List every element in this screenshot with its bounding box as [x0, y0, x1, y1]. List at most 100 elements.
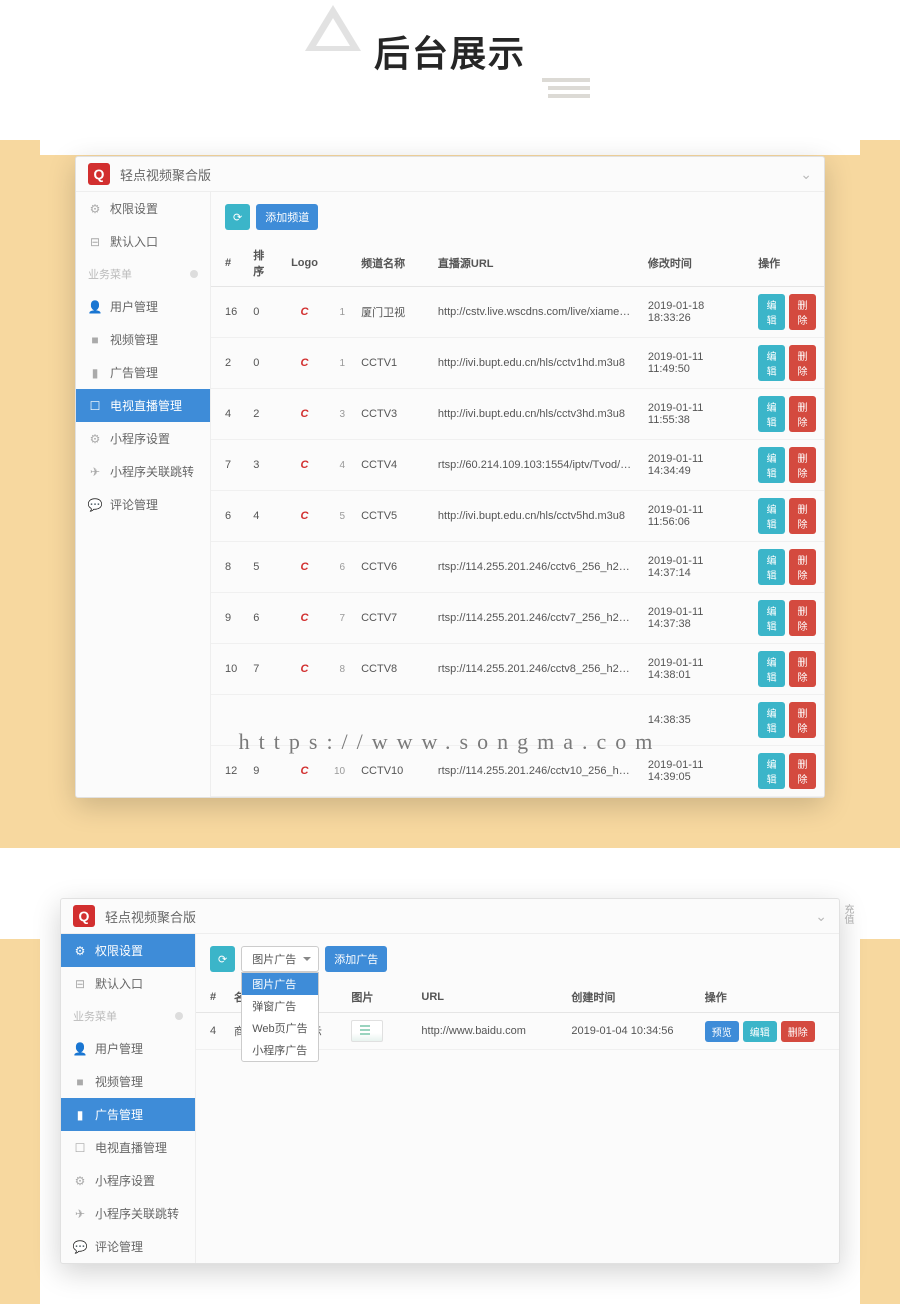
user-icon: 👤	[88, 300, 102, 314]
sidebar-label: 视频管理	[110, 331, 158, 348]
video-icon: ■	[73, 1075, 87, 1089]
sidebar-item[interactable]: ☐电视直播管理	[76, 389, 210, 422]
side-tag[interactable]: 充值	[840, 904, 855, 924]
delete-button[interactable]: 删除	[789, 498, 816, 534]
sidebar-item[interactable]: 👤用户管理	[61, 1032, 195, 1065]
channel-logo-icon: C	[301, 459, 309, 471]
sidebar-item[interactable]: ▮广告管理	[76, 356, 210, 389]
sidebar-item[interactable]: ▮广告管理	[61, 1098, 195, 1131]
sidebar-item[interactable]: ☐电视直播管理	[61, 1131, 195, 1164]
delete-button[interactable]: 删除	[789, 702, 816, 738]
app-title: 轻点视频聚合版	[120, 165, 211, 184]
delete-button[interactable]: 删除	[789, 294, 816, 330]
edit-button[interactable]: 编辑	[758, 498, 785, 534]
delete-button[interactable]: 删除	[789, 600, 816, 636]
channel-logo-icon: C	[301, 357, 309, 369]
col-header: #	[211, 240, 245, 287]
edit-button[interactable]: 编辑	[758, 651, 785, 687]
sidebar-item[interactable]: ■ 视频管理	[76, 323, 210, 356]
sidebar-group: 业务菜单	[76, 258, 210, 290]
sidebar-item[interactable]: 💬 评论管理	[76, 488, 210, 521]
sidebar-label: 默认入口	[95, 975, 143, 992]
edit-button[interactable]: 编辑	[758, 549, 785, 585]
sidebar-item[interactable]: ■视频管理	[61, 1065, 195, 1098]
col-header: 排序	[245, 240, 283, 287]
delete-button[interactable]: 删除	[789, 396, 816, 432]
table-row: 64C5CCTV5http://ivi.bupt.edu.cn/hls/cctv…	[211, 491, 824, 542]
delete-button[interactable]: 删除	[789, 549, 816, 585]
sidebar-item[interactable]: ⚙小程序设置	[76, 422, 210, 455]
tv-icon: ☐	[73, 1141, 87, 1155]
sidebar: ⚙权限设置⊟默认入口业务菜单👤用户管理■视频管理▮广告管理☐电视直播管理⚙小程序…	[61, 934, 196, 1263]
refresh-button[interactable]: ⟳	[210, 946, 235, 972]
col-header: #	[196, 982, 226, 1013]
edit-button[interactable]: 编辑	[758, 345, 785, 381]
app-title: 轻点视频聚合版	[105, 907, 196, 926]
ad-type-dropdown[interactable]: 图片广告 图片广告弹窗广告Web页广告小程序广告	[241, 946, 319, 972]
sidebar-label: 用户管理	[95, 1040, 143, 1057]
sidebar-label: 电视直播管理	[110, 397, 182, 414]
gear-icon: ⚙	[88, 202, 102, 216]
table-row: 85C6CCTV6rtsp://114.255.201.246/cctv6_25…	[211, 542, 824, 593]
edit-button[interactable]: 编辑	[758, 294, 785, 330]
dropdown-item[interactable]: Web页广告	[242, 1017, 318, 1039]
ad-icon: ▮	[88, 366, 102, 380]
ad-thumbnail	[351, 1020, 383, 1042]
refresh-button[interactable]: ⟳	[225, 204, 250, 230]
sidebar-label: 评论管理	[110, 496, 158, 513]
preview-button[interactable]: 预览	[705, 1021, 739, 1042]
sidebar-label: 默认入口	[110, 233, 158, 250]
table-row: 14:38:35编辑删除	[211, 695, 824, 746]
sidebar-item[interactable]: 👤用户管理	[76, 290, 210, 323]
door-icon: ⊟	[73, 977, 87, 991]
chevron-down-icon[interactable]: ⌄	[815, 908, 827, 925]
col-header: 频道名称	[353, 240, 430, 287]
gear-icon: ⚙	[88, 432, 102, 446]
rocket-icon: ✈	[73, 1207, 87, 1221]
delete-button[interactable]: 删除	[789, 345, 816, 381]
dropdown-item[interactable]: 图片广告	[242, 973, 318, 995]
sidebar-item[interactable]: 💬评论管理	[61, 1230, 195, 1263]
edit-button[interactable]: 编辑	[758, 753, 785, 789]
edit-button[interactable]: 编辑	[743, 1021, 777, 1042]
col-header: Logo	[283, 240, 326, 287]
col-header	[326, 240, 353, 287]
gear-icon: ⚙	[73, 944, 87, 958]
add-channel-button[interactable]: 添加频道	[256, 204, 318, 230]
sidebar-label: 评论管理	[95, 1238, 143, 1255]
sidebar-item[interactable]: ⊟ 默认入口	[76, 225, 210, 258]
edit-button[interactable]: 编辑	[758, 447, 785, 483]
app-logo: Q	[88, 163, 110, 185]
app-logo: Q	[73, 905, 95, 927]
comment-icon: 💬	[88, 498, 102, 512]
video-icon: ■	[88, 333, 102, 347]
delete-button[interactable]: 删除	[789, 651, 816, 687]
delete-button[interactable]: 删除	[781, 1021, 815, 1042]
sidebar-item[interactable]: ⚙权限设置	[76, 192, 210, 225]
table-row: 129C10CCTV10rtsp://114.255.201.246/cctv1…	[211, 746, 824, 797]
sidebar-item[interactable]: ⊟ 默认入口	[61, 967, 195, 1000]
edit-button[interactable]: 编辑	[758, 396, 785, 432]
decoration-lines	[548, 78, 590, 102]
col-header: 直播源URL	[430, 240, 640, 287]
chevron-down-icon[interactable]: ⌄	[800, 166, 812, 183]
delete-button[interactable]: 删除	[789, 753, 816, 789]
sidebar-label: 权限设置	[95, 942, 143, 959]
edit-button[interactable]: 编辑	[758, 702, 785, 738]
delete-button[interactable]: 删除	[789, 447, 816, 483]
dropdown-menu: 图片广告弹窗广告Web页广告小程序广告	[241, 972, 319, 1062]
sidebar-item[interactable]: ⚙小程序设置	[61, 1164, 195, 1197]
sidebar-item[interactable]: ⚙ 权限设置	[61, 934, 195, 967]
col-header: 修改时间	[640, 240, 750, 287]
edit-button[interactable]: 编辑	[758, 600, 785, 636]
channel-logo-icon: C	[301, 663, 309, 675]
dropdown-item[interactable]: 小程序广告	[242, 1039, 318, 1061]
sidebar-item[interactable]: ✈小程序关联跳转	[61, 1197, 195, 1230]
panel-channels: Q 轻点视频聚合版 ⌄ ⚙权限设置 ⊟ 默认入口业务菜单👤用户管理 ■ 视频管理 ▮广告管…	[75, 156, 825, 798]
add-ad-button[interactable]: 添加广告	[325, 946, 387, 972]
door-icon: ⊟	[88, 235, 102, 249]
sidebar-label: 小程序设置	[95, 1172, 155, 1189]
dropdown-item[interactable]: 弹窗广告	[242, 995, 318, 1017]
sidebar-item[interactable]: ✈小程序关联跳转	[76, 455, 210, 488]
dropdown-toggle[interactable]: 图片广告	[241, 946, 319, 972]
